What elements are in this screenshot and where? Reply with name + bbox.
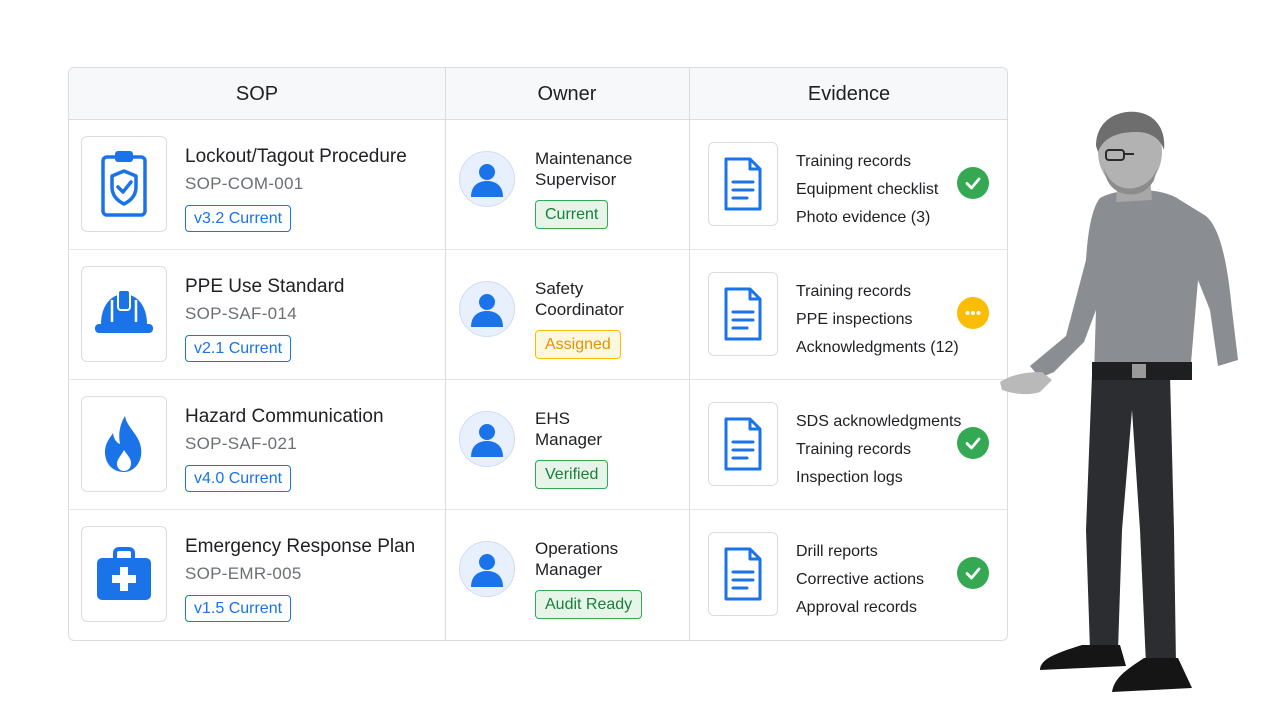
check-icon [957, 167, 989, 199]
sop-title[interactable]: Lockout/Tagout Procedure [185, 146, 407, 168]
version-badge: v1.5 Current [185, 595, 292, 622]
evidence-list: Training records PPE inspections Acknowl… [796, 278, 959, 362]
user-icon [471, 164, 503, 197]
sop-title[interactable]: Emergency Response Plan [185, 536, 415, 558]
version-badge: v4.0 Current [185, 465, 292, 492]
document-icon [724, 547, 762, 601]
sop-table: SOP Owner Evidence Lockout/Tagout Proced… [68, 67, 1008, 641]
evidence-item[interactable]: Training records [796, 436, 961, 464]
status-badge: Assigned [535, 330, 621, 359]
user-icon [471, 554, 503, 587]
evidence-list: Training records Equipment checklist Pho… [796, 148, 938, 232]
evidence-item[interactable]: Equipment checklist [796, 176, 938, 204]
sop-code: SOP-SAF-021 [185, 434, 297, 453]
presenter-figure [1000, 111, 1238, 692]
version-badge: v3.2 Current [185, 205, 292, 232]
evidence-list: Drill reports Corrective actions Approva… [796, 538, 924, 622]
owner-name-line: Supervisor [535, 170, 617, 189]
avatar [459, 151, 515, 207]
sop-code: SOP-SAF-014 [185, 304, 297, 323]
status-badge: Audit Ready [535, 590, 643, 619]
column-divider [445, 68, 446, 640]
sop-icon-box [81, 266, 167, 362]
table-row[interactable]: PPE Use Standard SOP-SAF-014 v2.1 Curren… [69, 250, 1007, 380]
table-row[interactable]: Emergency Response Plan SOP-EMR-005 v1.5… [69, 510, 1007, 640]
owner-name-line: Manager [535, 560, 603, 579]
evidence-list: SDS acknowledgments Training records Ins… [796, 408, 961, 492]
more-dots-icon [957, 297, 989, 329]
header-sop[interactable]: SOP [69, 68, 445, 120]
owner-name-line: Maintenance [535, 149, 633, 168]
document-box[interactable] [708, 402, 778, 486]
user-icon [471, 294, 503, 327]
table-row[interactable]: Lockout/Tagout Procedure SOP-COM-001 v3.… [69, 120, 1007, 250]
document-box[interactable] [708, 272, 778, 356]
evidence-item[interactable]: Training records [796, 148, 938, 176]
owner-name-line: Operations [535, 539, 619, 558]
sop-icon-box [81, 526, 167, 622]
version-badge: v2.1 Current [185, 335, 292, 362]
owner-name-line: Coordinator [535, 300, 624, 319]
user-icon [471, 424, 503, 457]
owner-name-line: Manager [535, 430, 603, 449]
sop-title[interactable]: Hazard Communication [185, 406, 384, 428]
document-icon [724, 417, 762, 471]
owner-name-line: Safety [535, 279, 584, 298]
evidence-item[interactable]: Corrective actions [796, 566, 924, 594]
hard-hat-icon [95, 289, 153, 333]
evidence-item[interactable]: Approval records [796, 594, 924, 622]
check-icon [957, 427, 989, 459]
owner-name-line: EHS [535, 409, 570, 428]
sop-code: SOP-EMR-005 [185, 564, 302, 583]
avatar [459, 281, 515, 337]
column-divider [689, 68, 690, 640]
clipboard-shield-icon [101, 151, 147, 217]
evidence-item[interactable]: Drill reports [796, 538, 924, 566]
table-header: SOP Owner Evidence [69, 68, 1007, 120]
sop-icon-box [81, 136, 167, 232]
owner-name: Safety Coordinator [535, 278, 685, 320]
evidence-item[interactable]: Inspection logs [796, 464, 961, 492]
flame-icon [105, 416, 142, 472]
first-aid-kit-icon [97, 547, 151, 600]
owner-name: Maintenance Supervisor [535, 148, 685, 190]
status-badge: Current [535, 200, 609, 229]
table-row[interactable]: Hazard Communication SOP-SAF-021 v4.0 Cu… [69, 380, 1007, 510]
document-box[interactable] [708, 532, 778, 616]
status-badge: Verified [535, 460, 609, 489]
document-icon [724, 157, 762, 211]
sop-icon-box [81, 396, 167, 492]
evidence-item[interactable]: Acknowledgments (12) [796, 334, 959, 362]
header-evidence[interactable]: Evidence [689, 68, 1007, 120]
evidence-item[interactable]: Photo evidence (3) [796, 204, 938, 232]
document-box[interactable] [708, 142, 778, 226]
evidence-item[interactable]: Training records [796, 278, 959, 306]
sop-title[interactable]: PPE Use Standard [185, 276, 344, 298]
owner-name: Operations Manager [535, 538, 685, 580]
header-owner[interactable]: Owner [445, 68, 689, 120]
document-icon [724, 287, 762, 341]
owner-name: EHS Manager [535, 408, 685, 450]
check-icon [957, 557, 989, 589]
evidence-item[interactable]: SDS acknowledgments [796, 408, 961, 436]
sop-code: SOP-COM-001 [185, 174, 304, 193]
avatar [459, 411, 515, 467]
avatar [459, 541, 515, 597]
evidence-item[interactable]: PPE inspections [796, 306, 959, 334]
